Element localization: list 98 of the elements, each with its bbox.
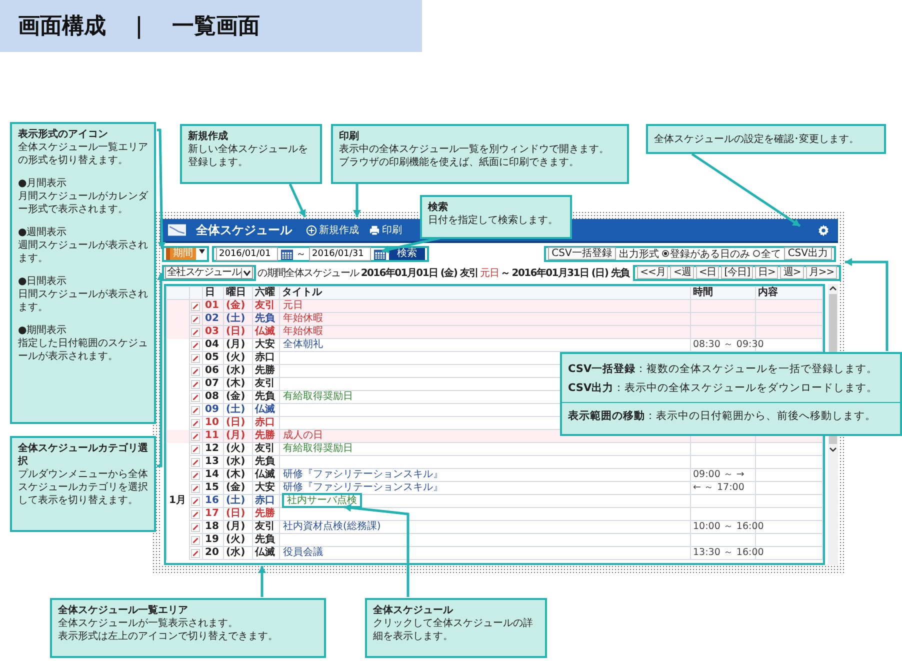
range-separator: ～ xyxy=(296,248,306,260)
callout-text: 月間スケジュールがカレンダー形式で表示されます。 xyxy=(18,190,148,216)
table-cell: (月) xyxy=(224,520,252,534)
table-cell: 04 xyxy=(202,338,224,352)
time-range: 08:30 ～ 09:30 xyxy=(693,339,764,350)
table-cell: 先負 xyxy=(252,534,280,546)
callout-title: 表示形式のアイコン xyxy=(18,128,109,141)
table-cell: (土) xyxy=(224,494,252,508)
callout-title: 新規作成 xyxy=(188,130,229,143)
table-cell: (日) xyxy=(224,508,252,520)
callout-text: 指定した日付範囲のスケジュールが表示されます。 xyxy=(18,337,148,363)
table-cell: 友引 xyxy=(252,442,280,456)
table-cell: (月) xyxy=(224,338,252,352)
table-cell: 05 xyxy=(202,352,224,364)
table-cell: 20 xyxy=(202,546,224,560)
column-header: 六曜 xyxy=(252,286,280,300)
table-cell: 赤口 xyxy=(252,352,280,364)
table-cell: 15 xyxy=(202,482,224,494)
table-cell: 仏滅 xyxy=(252,326,280,338)
callout-title: 印刷 xyxy=(339,130,360,143)
callout-text: 表示形式は左上のアイコンで切り替えできます。 xyxy=(58,630,279,643)
callout-text: ●期間表示 xyxy=(18,324,68,337)
table-cell: 友引 xyxy=(252,520,280,534)
column-header: 曜日 xyxy=(224,286,252,300)
table-cell: 赤口 xyxy=(252,494,280,508)
table-cell: 17 xyxy=(202,508,224,520)
table-cell: 16 xyxy=(202,494,224,508)
callout-text: ブラウザの印刷機能を使えば、紙面に印刷できます。 xyxy=(339,156,580,169)
table-cell: (水) xyxy=(224,456,252,468)
period-label: の期間全体スケジュール xyxy=(258,266,359,280)
table-cell: 仏滅 xyxy=(252,404,280,416)
table-cell: 08 xyxy=(202,390,224,404)
callout-text: CSV一括登録：複数の全体スケジュールを一括で登録します。 xyxy=(568,362,879,377)
app-title: 全体スケジュール xyxy=(196,222,292,238)
table-cell: 09 xyxy=(202,404,224,416)
table-cell: 大安 xyxy=(252,482,280,494)
table-cell: 先勝 xyxy=(252,430,280,442)
table-cell: (金) xyxy=(224,482,252,494)
time-range: 10:00 ～ 16:00 xyxy=(693,521,764,532)
month-label: 1月 xyxy=(169,495,186,506)
table-cell: (水) xyxy=(224,546,252,560)
time-range: 13:30 ～ 16:00 xyxy=(693,547,764,558)
table-cell: (金) xyxy=(224,390,252,404)
period-start: 2016年01月01日 (金) 友引 xyxy=(360,266,478,280)
callout-title: 全体スケジュール xyxy=(373,604,454,617)
table-cell: 12 xyxy=(202,442,224,456)
holiday-name: 元日 xyxy=(480,266,499,280)
table-cell: (火) xyxy=(224,352,252,364)
callout-text: 新しい全体スケジュールを登録します。 xyxy=(188,143,309,169)
period-separator: ～ xyxy=(500,266,510,280)
table-cell: 先負 xyxy=(252,312,280,326)
callout-text: 日間スケジュールが表示されます。 xyxy=(18,288,148,314)
callout-text: クリックして全体スケジュールの詳細を表示します。 xyxy=(373,617,534,643)
callout-title: 全体スケジュール一覧エリア xyxy=(58,604,189,617)
table-cell: 仏滅 xyxy=(252,546,280,560)
callout-text: 全体スケジュール一覧エリアの形式を切り替えます。 xyxy=(18,141,148,167)
column-header: 内容 xyxy=(756,286,822,300)
callout-text: CSV出力：表示中の全体スケジュールをダウンロードします。 xyxy=(568,381,879,396)
table-cell: 友引 xyxy=(252,378,280,390)
table-cell: (木) xyxy=(224,468,252,482)
table-cell: 先勝 xyxy=(252,508,280,520)
callout-text: 全体スケジュールが一覧表示されます。 xyxy=(58,617,239,630)
table-cell: (土) xyxy=(224,312,252,326)
table-cell: (土) xyxy=(224,404,252,416)
callout-text: プルダウンメニューから全体スケジュールカテゴリを選択して表示を切り替えます。 xyxy=(18,468,148,507)
callout-title: 全体スケジュールカテゴリ選択 xyxy=(18,442,148,468)
table-cell: 07 xyxy=(202,378,224,390)
callout-text: 表示範囲の移動：表示中の日付範囲から、前後へ移動します。 xyxy=(562,402,900,426)
column-header: タイトル xyxy=(280,286,690,300)
table-cell: 13 xyxy=(202,456,224,468)
callout-text: ●月間表示 xyxy=(18,177,68,190)
time-range: ← ～ 17:00 xyxy=(693,482,744,493)
column-header: 時間 xyxy=(690,286,756,300)
page-title: 画面構成 ｜ 一覧画面 xyxy=(18,13,260,41)
column-header: 日 xyxy=(202,286,224,300)
table-cell: 先負 xyxy=(252,456,280,468)
period-end: 2016年01月31日 (日) 先負 xyxy=(512,266,630,280)
table-cell: (木) xyxy=(224,378,252,390)
output-format-label: 出力形式 xyxy=(618,248,659,260)
callout-title: 検索 xyxy=(428,201,449,214)
table-cell: 仏滅 xyxy=(252,468,280,482)
callout-text: 表示中の全体スケジュール一覧を別ウィンドウで開きます。 xyxy=(339,143,610,156)
table-cell: (火) xyxy=(224,534,252,546)
table-cell: (水) xyxy=(224,364,252,378)
table-cell: 先負 xyxy=(252,390,280,404)
callout-text: ●週間表示 xyxy=(18,226,68,239)
callout-text: 日付を指定して検索します。 xyxy=(428,214,559,227)
callout-text: ●日間表示 xyxy=(18,275,68,288)
table-cell: 先勝 xyxy=(252,364,280,378)
table-cell: 19 xyxy=(202,534,224,546)
table-cell: 14 xyxy=(202,468,224,482)
table-cell: 06 xyxy=(202,364,224,378)
time-range: 09:00 ～ → xyxy=(693,469,744,480)
table-cell: 18 xyxy=(202,520,224,534)
table-cell: (火) xyxy=(224,442,252,456)
table-cell: 大安 xyxy=(252,338,280,352)
callout-text: 週間スケジュールが表示されます。 xyxy=(18,239,148,265)
callout-text: 全体スケジュールの設定を確認･変更します。 xyxy=(654,133,860,146)
